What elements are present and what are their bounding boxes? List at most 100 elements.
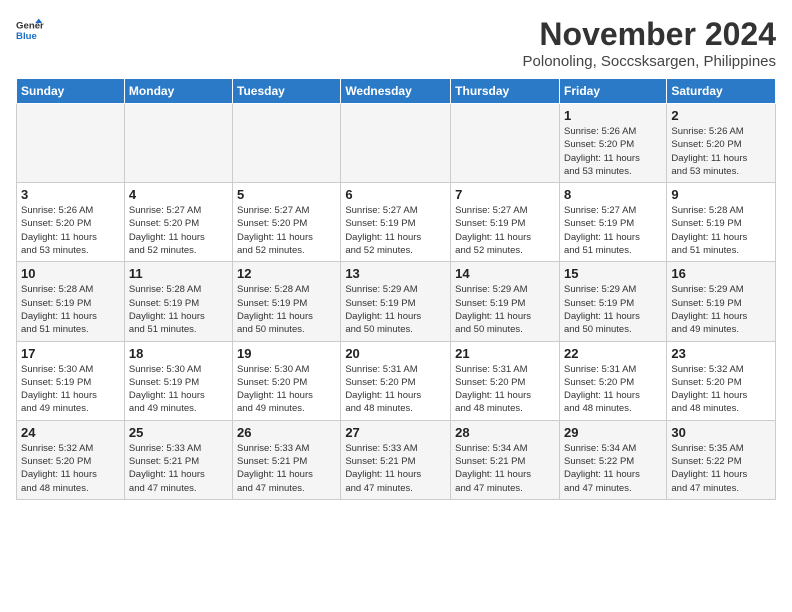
calendar-cell: 17 Sunrise: 5:30 AM Sunset: 5:19 PM Dayli… bbox=[17, 341, 125, 420]
calendar-cell: 23 Sunrise: 5:32 AM Sunset: 5:20 PM Dayli… bbox=[667, 341, 776, 420]
calendar-week-2: 3 Sunrise: 5:26 AM Sunset: 5:20 PM Daylig… bbox=[17, 183, 776, 262]
day-info: Sunrise: 5:30 AM Sunset: 5:19 PM Dayligh… bbox=[21, 363, 120, 416]
calendar-cell: 25 Sunrise: 5:33 AM Sunset: 5:21 PM Dayli… bbox=[124, 420, 232, 499]
calendar-week-5: 24 Sunrise: 5:32 AM Sunset: 5:20 PM Dayli… bbox=[17, 420, 776, 499]
calendar-cell bbox=[233, 104, 341, 183]
day-number: 23 bbox=[671, 346, 771, 361]
title-block: November 2024 Polonoling, Soccsksargen, … bbox=[523, 16, 776, 70]
day-info: Sunrise: 5:29 AM Sunset: 5:19 PM Dayligh… bbox=[564, 283, 662, 336]
calendar-cell: 29Sunrise: 5:34 AM Sunset: 5:22 PM Dayli… bbox=[559, 420, 666, 499]
day-number: 9 bbox=[671, 187, 771, 202]
calendar-header-row: SundayMondayTuesdayWednesdayThursdayFrid… bbox=[17, 79, 776, 104]
day-number: 12 bbox=[237, 266, 336, 281]
day-number: 17 bbox=[21, 346, 120, 361]
day-number: 15 bbox=[564, 266, 662, 281]
day-number: 11 bbox=[129, 266, 228, 281]
day-number: 29 bbox=[564, 425, 662, 440]
calendar-cell: 12 Sunrise: 5:28 AM Sunset: 5:19 PM Dayli… bbox=[233, 262, 341, 341]
day-number: 25 bbox=[129, 425, 228, 440]
calendar-cell: 16 Sunrise: 5:29 AM Sunset: 5:19 PM Dayli… bbox=[667, 262, 776, 341]
day-info: Sunrise: 5:29 AM Sunset: 5:19 PM Dayligh… bbox=[671, 283, 771, 336]
calendar-cell: 21 Sunrise: 5:31 AM Sunset: 5:20 PM Dayli… bbox=[451, 341, 560, 420]
calendar-cell: 8 Sunrise: 5:27 AM Sunset: 5:19 PM Daylig… bbox=[559, 183, 666, 262]
day-info: Sunrise: 5:30 AM Sunset: 5:20 PM Dayligh… bbox=[237, 363, 336, 416]
day-info: Sunrise: 5:26 AM Sunset: 5:20 PM Dayligh… bbox=[21, 204, 120, 257]
page-header: General Blue November 2024 Polonoling, S… bbox=[16, 16, 776, 70]
calendar-cell: 19 Sunrise: 5:30 AM Sunset: 5:20 PM Dayli… bbox=[233, 341, 341, 420]
calendar-cell: 20Sunrise: 5:31 AM Sunset: 5:20 PM Dayli… bbox=[341, 341, 451, 420]
weekday-header-wednesday: Wednesday bbox=[341, 79, 451, 104]
day-number: 2 bbox=[671, 108, 771, 123]
day-info: Sunrise: 5:28 AM Sunset: 5:19 PM Dayligh… bbox=[237, 283, 336, 336]
day-number: 13 bbox=[345, 266, 446, 281]
day-info: Sunrise: 5:28 AM Sunset: 5:19 PM Dayligh… bbox=[21, 283, 120, 336]
day-number: 8 bbox=[564, 187, 662, 202]
calendar-cell: 7 Sunrise: 5:27 AM Sunset: 5:19 PM Daylig… bbox=[451, 183, 560, 262]
day-number: 30 bbox=[671, 425, 771, 440]
calendar-cell: 13Sunrise: 5:29 AM Sunset: 5:19 PM Dayli… bbox=[341, 262, 451, 341]
day-number: 28 bbox=[455, 425, 555, 440]
calendar-week-4: 17 Sunrise: 5:30 AM Sunset: 5:19 PM Dayli… bbox=[17, 341, 776, 420]
day-info: Sunrise: 5:32 AM Sunset: 5:20 PM Dayligh… bbox=[671, 363, 771, 416]
day-number: 7 bbox=[455, 187, 555, 202]
day-number: 26 bbox=[237, 425, 336, 440]
day-info: Sunrise: 5:35 AM Sunset: 5:22 PM Dayligh… bbox=[671, 442, 771, 495]
day-number: 16 bbox=[671, 266, 771, 281]
calendar-cell: 28 Sunrise: 5:34 AM Sunset: 5:21 PM Dayli… bbox=[451, 420, 560, 499]
day-number: 19 bbox=[237, 346, 336, 361]
calendar-cell: 3 Sunrise: 5:26 AM Sunset: 5:20 PM Daylig… bbox=[17, 183, 125, 262]
day-info: Sunrise: 5:31 AM Sunset: 5:20 PM Dayligh… bbox=[564, 363, 662, 416]
calendar-cell bbox=[451, 104, 560, 183]
weekday-header-saturday: Saturday bbox=[667, 79, 776, 104]
day-number: 27 bbox=[345, 425, 446, 440]
calendar-cell: 9 Sunrise: 5:28 AM Sunset: 5:19 PM Daylig… bbox=[667, 183, 776, 262]
day-info: Sunrise: 5:26 AM Sunset: 5:20 PM Dayligh… bbox=[671, 125, 771, 178]
location-subtitle: Polonoling, Soccsksargen, Philippines bbox=[523, 53, 776, 70]
logo: General Blue bbox=[16, 16, 44, 44]
day-number: 24 bbox=[21, 425, 120, 440]
calendar-cell: 4 Sunrise: 5:27 AM Sunset: 5:20 PM Daylig… bbox=[124, 183, 232, 262]
day-number: 20 bbox=[345, 346, 446, 361]
day-number: 4 bbox=[129, 187, 228, 202]
day-number: 21 bbox=[455, 346, 555, 361]
calendar-cell: 15 Sunrise: 5:29 AM Sunset: 5:19 PM Dayli… bbox=[559, 262, 666, 341]
day-info: Sunrise: 5:34 AM Sunset: 5:21 PM Dayligh… bbox=[455, 442, 555, 495]
calendar-table: SundayMondayTuesdayWednesdayThursdayFrid… bbox=[16, 78, 776, 500]
logo-icon: General Blue bbox=[16, 16, 44, 44]
calendar-cell bbox=[17, 104, 125, 183]
calendar-cell: 11 Sunrise: 5:28 AM Sunset: 5:19 PM Dayli… bbox=[124, 262, 232, 341]
calendar-week-1: 1 Sunrise: 5:26 AM Sunset: 5:20 PM Daylig… bbox=[17, 104, 776, 183]
calendar-cell: 5Sunrise: 5:27 AM Sunset: 5:20 PM Daylig… bbox=[233, 183, 341, 262]
day-info: Sunrise: 5:26 AM Sunset: 5:20 PM Dayligh… bbox=[564, 125, 662, 178]
calendar-cell: 27Sunrise: 5:33 AM Sunset: 5:21 PM Dayli… bbox=[341, 420, 451, 499]
weekday-header-monday: Monday bbox=[124, 79, 232, 104]
calendar-cell bbox=[124, 104, 232, 183]
day-info: Sunrise: 5:27 AM Sunset: 5:20 PM Dayligh… bbox=[237, 204, 336, 257]
day-info: Sunrise: 5:28 AM Sunset: 5:19 PM Dayligh… bbox=[129, 283, 228, 336]
day-info: Sunrise: 5:27 AM Sunset: 5:19 PM Dayligh… bbox=[455, 204, 555, 257]
day-info: Sunrise: 5:31 AM Sunset: 5:20 PM Dayligh… bbox=[455, 363, 555, 416]
day-number: 10 bbox=[21, 266, 120, 281]
calendar-cell: 6Sunrise: 5:27 AM Sunset: 5:19 PM Daylig… bbox=[341, 183, 451, 262]
weekday-header-sunday: Sunday bbox=[17, 79, 125, 104]
day-info: Sunrise: 5:33 AM Sunset: 5:21 PM Dayligh… bbox=[129, 442, 228, 495]
day-number: 14 bbox=[455, 266, 555, 281]
day-info: Sunrise: 5:27 AM Sunset: 5:19 PM Dayligh… bbox=[564, 204, 662, 257]
day-info: Sunrise: 5:29 AM Sunset: 5:19 PM Dayligh… bbox=[455, 283, 555, 336]
day-number: 3 bbox=[21, 187, 120, 202]
day-info: Sunrise: 5:30 AM Sunset: 5:19 PM Dayligh… bbox=[129, 363, 228, 416]
calendar-cell: 1 Sunrise: 5:26 AM Sunset: 5:20 PM Daylig… bbox=[559, 104, 666, 183]
svg-text:Blue: Blue bbox=[16, 31, 37, 42]
weekday-header-thursday: Thursday bbox=[451, 79, 560, 104]
calendar-cell: 22 Sunrise: 5:31 AM Sunset: 5:20 PM Dayli… bbox=[559, 341, 666, 420]
day-info: Sunrise: 5:27 AM Sunset: 5:19 PM Dayligh… bbox=[345, 204, 446, 257]
day-number: 22 bbox=[564, 346, 662, 361]
calendar-week-3: 10 Sunrise: 5:28 AM Sunset: 5:19 PM Dayli… bbox=[17, 262, 776, 341]
day-info: Sunrise: 5:32 AM Sunset: 5:20 PM Dayligh… bbox=[21, 442, 120, 495]
day-info: Sunrise: 5:33 AM Sunset: 5:21 PM Dayligh… bbox=[237, 442, 336, 495]
day-info: Sunrise: 5:27 AM Sunset: 5:20 PM Dayligh… bbox=[129, 204, 228, 257]
day-number: 1 bbox=[564, 108, 662, 123]
day-info: Sunrise: 5:28 AM Sunset: 5:19 PM Dayligh… bbox=[671, 204, 771, 257]
weekday-header-friday: Friday bbox=[559, 79, 666, 104]
calendar-cell: 14 Sunrise: 5:29 AM Sunset: 5:19 PM Dayli… bbox=[451, 262, 560, 341]
